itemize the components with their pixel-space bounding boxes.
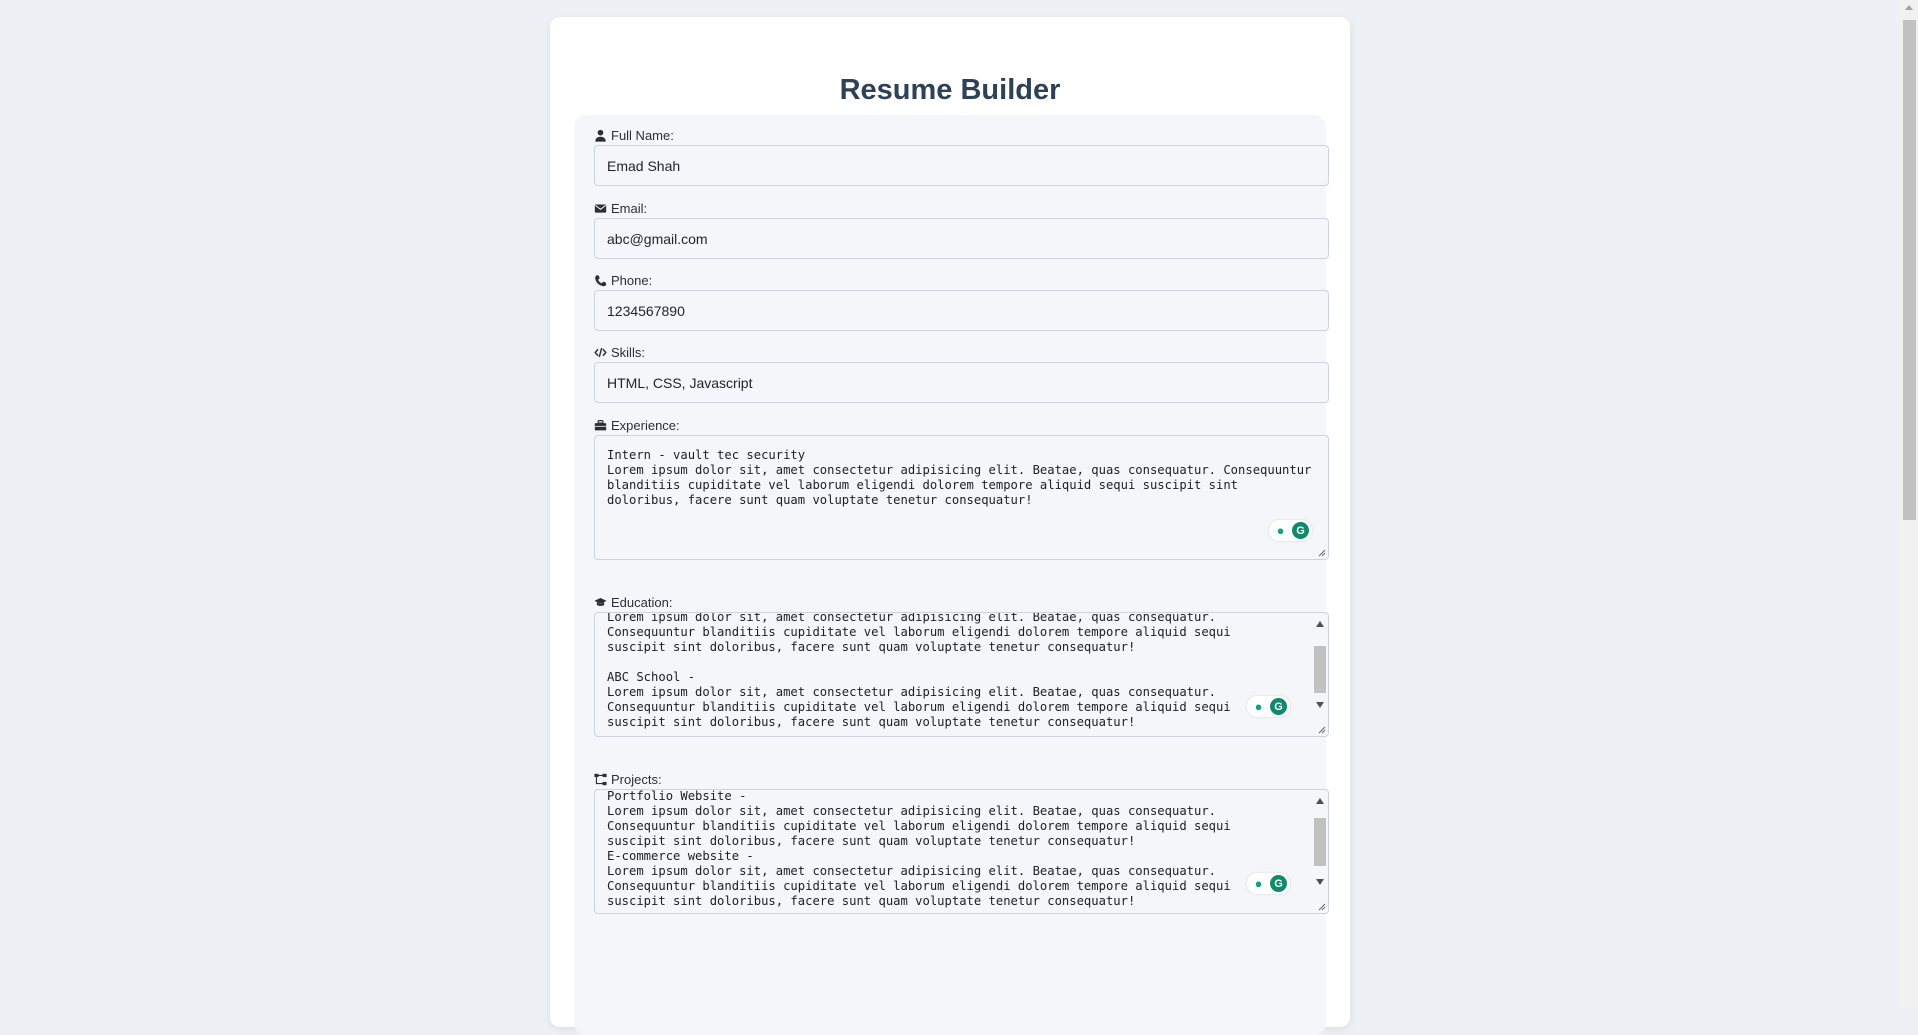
skills-input[interactable] [594, 362, 1329, 403]
page-scrollbar[interactable] [1901, 0, 1918, 1007]
grammarly-widget[interactable]: ● G [1247, 696, 1290, 717]
grammarly-bulb-icon[interactable]: ● [1250, 698, 1267, 715]
scroll-thumb[interactable] [1314, 818, 1326, 866]
grammarly-bulb-icon[interactable]: ● [1250, 875, 1267, 892]
grammarly-g-icon[interactable]: G [1270, 875, 1287, 892]
education-textarea[interactable]: Lorem ipsum dolor sit, amet consectetur … [594, 612, 1329, 737]
page-scroll-up-arrow-icon[interactable] [1905, 5, 1913, 10]
grammarly-g-icon[interactable]: G [1292, 522, 1309, 539]
skills-label: Skills: [594, 344, 1329, 360]
resize-handle-icon[interactable] [1316, 547, 1326, 557]
full-name-input[interactable] [594, 145, 1329, 186]
code-icon [594, 346, 607, 359]
email-input[interactable] [594, 218, 1329, 259]
scroll-up-arrow-icon[interactable] [1316, 621, 1324, 627]
projects-label: Projects: [594, 771, 1329, 787]
email-label: Email: [594, 200, 1329, 216]
scroll-thumb[interactable] [1314, 646, 1326, 693]
experience-label: Experience: [594, 417, 1329, 433]
education-label: Education: [594, 594, 1329, 610]
page-scroll-thumb[interactable] [1903, 20, 1916, 520]
resize-handle-icon[interactable] [1316, 724, 1326, 734]
graduation-cap-icon [594, 596, 607, 609]
phone-input[interactable] [594, 290, 1329, 331]
phone-label: Phone: [594, 272, 1329, 288]
projects-text[interactable]: Portfolio Website - Lorem ipsum dolor si… [595, 790, 1328, 909]
email-field: Email: [594, 200, 1329, 259]
full-name-label: Full Name: [594, 127, 1329, 143]
experience-text[interactable]: Intern - vault tec security Lorem ipsum … [595, 436, 1328, 508]
resume-builder-card: Resume Builder Full Name: Email: [550, 17, 1350, 1035]
projects-textarea[interactable]: Portfolio Website - Lorem ipsum dolor si… [594, 789, 1329, 914]
resize-handle-icon[interactable] [1316, 901, 1326, 911]
grammarly-bulb-icon[interactable]: ● [1272, 522, 1289, 539]
phone-field: Phone: [594, 272, 1329, 331]
education-text[interactable]: Lorem ipsum dolor sit, amet consectetur … [595, 613, 1328, 730]
resume-form: Full Name: Email: Phone: [574, 115, 1329, 1035]
experience-field: Experience: Intern - vault tec security … [594, 417, 1329, 560]
full-name-field: Full Name: [594, 127, 1329, 186]
phone-icon [594, 274, 607, 287]
skills-field: Skills: [594, 344, 1329, 403]
education-scrollbar[interactable] [1312, 613, 1328, 736]
briefcase-icon [594, 419, 607, 432]
sitemap-icon [594, 773, 607, 786]
page-title: Resume Builder [839, 74, 1061, 106]
grammarly-widget[interactable]: ● G [1247, 873, 1290, 894]
grammarly-g-icon[interactable]: G [1270, 698, 1287, 715]
experience-textarea[interactable]: Intern - vault tec security Lorem ipsum … [594, 435, 1329, 560]
scroll-down-arrow-icon[interactable] [1316, 879, 1324, 885]
scroll-up-arrow-icon[interactable] [1316, 798, 1324, 804]
projects-field: Projects: Portfolio Website - Lorem ipsu… [594, 771, 1329, 914]
scroll-down-arrow-icon[interactable] [1316, 702, 1324, 708]
projects-scrollbar[interactable] [1312, 790, 1328, 913]
envelope-icon [594, 202, 607, 215]
grammarly-widget[interactable]: ● G [1269, 520, 1312, 541]
education-field: Education: Lorem ipsum dolor sit, amet c… [594, 594, 1329, 737]
user-icon [594, 129, 607, 142]
